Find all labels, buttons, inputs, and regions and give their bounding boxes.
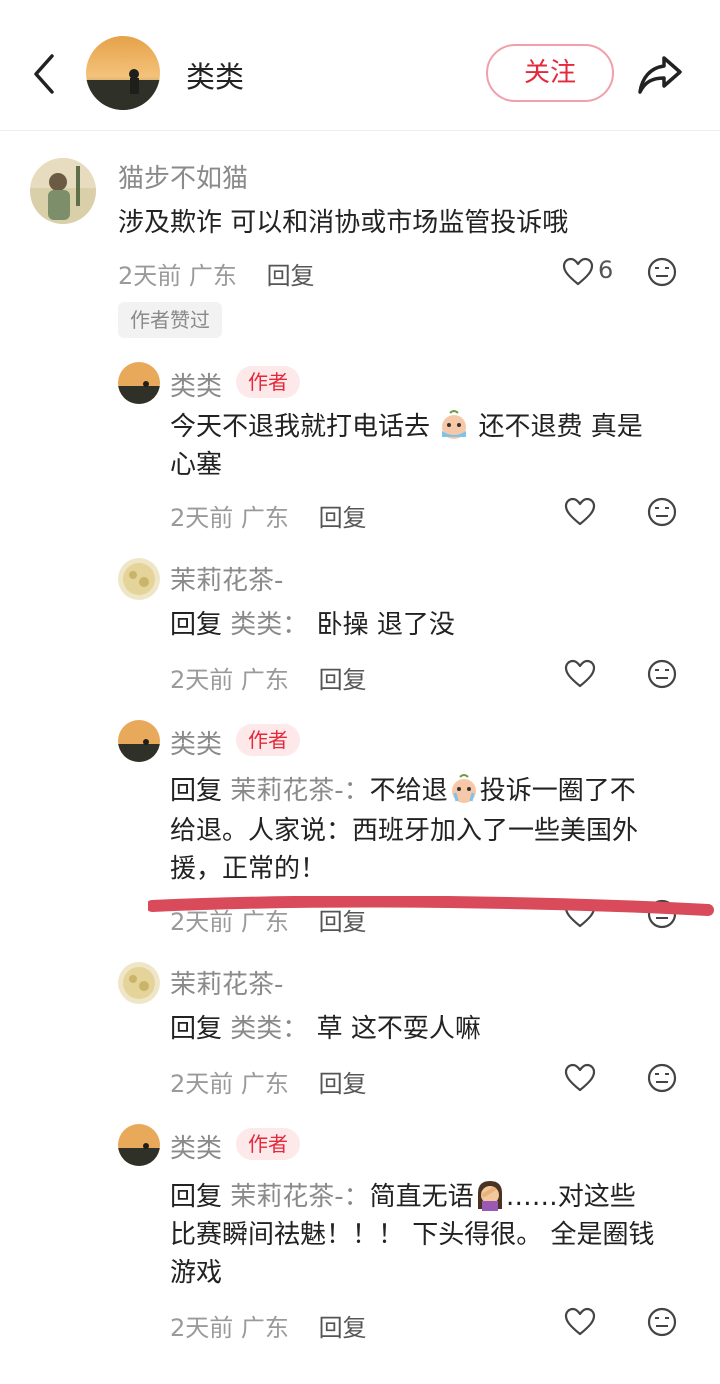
reply-target[interactable]: 类类： bbox=[230, 610, 308, 640]
avatar[interactable] bbox=[118, 962, 160, 1004]
reply-target[interactable]: 茉莉花茶-： bbox=[230, 1182, 369, 1212]
follow-button[interactable]: 关注 bbox=[486, 44, 614, 102]
comment-author[interactable]: 茉莉花茶- bbox=[170, 964, 283, 1001]
heart-icon bbox=[564, 659, 596, 688]
heart-icon bbox=[564, 497, 596, 526]
comment-meta: 2天前 广东 回复 bbox=[118, 256, 315, 291]
reply-button[interactable]: 回复 bbox=[319, 504, 367, 532]
reply-button[interactable]: 回复 bbox=[267, 262, 315, 290]
comment-text: 回复 类类： 卧操 退了没 bbox=[170, 610, 455, 640]
comment-author[interactable]: 茉莉花茶- bbox=[170, 560, 283, 597]
heart-icon bbox=[562, 257, 594, 286]
author-liked-badge: 作者赞过 bbox=[118, 302, 222, 338]
avatar[interactable] bbox=[118, 558, 160, 600]
avatar[interactable] bbox=[118, 1124, 160, 1166]
reply-target[interactable]: 茉莉花茶-： bbox=[230, 776, 369, 806]
comment-meta: 2天前 广东 回复 bbox=[170, 504, 367, 532]
chevron-left-icon bbox=[34, 54, 54, 94]
dislike-button[interactable] bbox=[646, 256, 678, 292]
comment-author[interactable]: 类类 bbox=[170, 724, 222, 761]
like-button[interactable] bbox=[564, 496, 596, 532]
avatar[interactable] bbox=[118, 720, 160, 762]
reply-button[interactable]: 回复 bbox=[319, 666, 367, 694]
dislike-button[interactable] bbox=[646, 658, 678, 694]
meh-face-icon bbox=[647, 1063, 677, 1093]
header-divider bbox=[0, 130, 720, 131]
comment-text: 今天不退我就打电话去 还不退费 真是 bbox=[170, 408, 643, 446]
comment-time: 2天前 bbox=[118, 262, 182, 290]
comment-text: 涉及欺诈 可以和消协或市场监管投诉哦 bbox=[118, 208, 569, 238]
back-button[interactable] bbox=[28, 52, 60, 96]
like-button[interactable] bbox=[564, 658, 596, 694]
comment-location: 广东 bbox=[188, 262, 237, 290]
comment-text-line: 援，正常的！ bbox=[170, 854, 327, 884]
comment-author[interactable]: 类类 bbox=[170, 366, 222, 403]
share-icon bbox=[638, 56, 682, 94]
crying-emoji bbox=[448, 773, 480, 805]
comment-text-line: 心塞 bbox=[170, 450, 223, 480]
author-tag: 作者 bbox=[236, 724, 300, 756]
reply-target[interactable]: 类类： bbox=[230, 1014, 308, 1044]
author-tag: 作者 bbox=[236, 366, 300, 398]
author-avatar[interactable] bbox=[86, 36, 160, 110]
page-title: 类类 bbox=[186, 60, 245, 94]
author-tag: 作者 bbox=[236, 1128, 300, 1160]
like-button[interactable] bbox=[564, 1306, 596, 1342]
comment-meta: 2天前 广东 回复 bbox=[170, 1070, 367, 1098]
heart-icon bbox=[564, 1307, 596, 1336]
like-button[interactable] bbox=[562, 256, 594, 292]
crying-emoji bbox=[438, 409, 470, 441]
heart-icon bbox=[564, 1063, 596, 1092]
avatar[interactable] bbox=[30, 158, 96, 224]
comment-meta: 2天前 广东 回复 bbox=[170, 666, 367, 694]
comment-text-line: 比赛瞬间祛魅！！！ 下头得很。 全是圈钱 bbox=[170, 1220, 655, 1250]
comment-author[interactable]: 猫步不如猫 bbox=[118, 158, 248, 195]
meh-face-icon bbox=[647, 497, 677, 527]
comment-meta: 2天前 广东 回复 bbox=[170, 1314, 367, 1342]
meh-face-icon bbox=[647, 257, 677, 287]
comment-text: 回复 类类： 草 这不耍人嘛 bbox=[170, 1014, 481, 1044]
like-button[interactable] bbox=[564, 1062, 596, 1098]
meh-face-icon bbox=[647, 1307, 677, 1337]
like-count: 6 bbox=[598, 256, 614, 284]
dislike-button[interactable] bbox=[646, 496, 678, 532]
reply-button[interactable]: 回复 bbox=[319, 1314, 367, 1342]
comment-author[interactable]: 类类 bbox=[170, 1128, 222, 1165]
comment-text: 回复 茉莉花茶-：不给退 投诉一圈了不 bbox=[170, 772, 636, 810]
avatar[interactable] bbox=[118, 362, 160, 404]
highlight-underline bbox=[146, 895, 714, 918]
comment-text-line: 游戏 bbox=[170, 1258, 223, 1288]
dislike-button[interactable] bbox=[646, 1306, 678, 1342]
comment-text-line: 给退。人家说：西班牙加入了一些美国外 bbox=[170, 816, 639, 846]
reply-button[interactable]: 回复 bbox=[319, 1070, 367, 1098]
share-button[interactable] bbox=[636, 52, 684, 96]
dislike-button[interactable] bbox=[646, 1062, 678, 1098]
meh-face-icon bbox=[647, 659, 677, 689]
comment-text: 回复 茉莉花茶-：简直无语 ……对这些 bbox=[170, 1178, 636, 1216]
facepalm-emoji bbox=[474, 1179, 506, 1211]
